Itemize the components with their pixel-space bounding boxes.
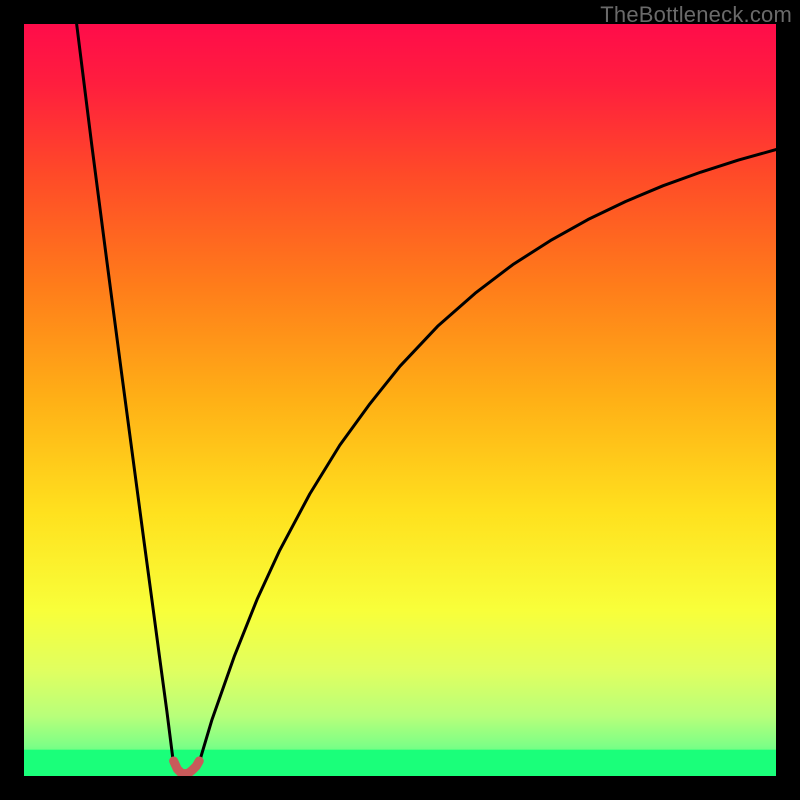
gradient-background	[24, 24, 776, 776]
green-band	[24, 750, 776, 776]
watermark-text: TheBottleneck.com	[600, 2, 792, 28]
bottleneck-chart	[24, 24, 776, 776]
chart-frame	[24, 24, 776, 776]
